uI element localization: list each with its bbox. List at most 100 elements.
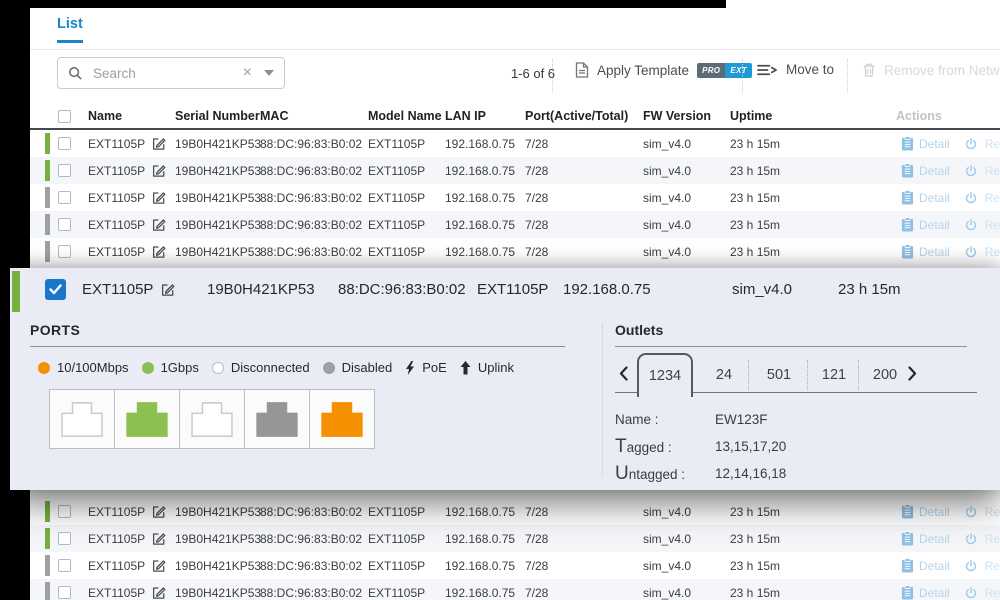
row-actions: Detail Reb xyxy=(896,217,1000,232)
legend-dot-outline-icon xyxy=(212,362,224,374)
port-disabled[interactable] xyxy=(244,389,310,449)
row-checkbox[interactable] xyxy=(58,191,71,204)
outlet-tab-200[interactable]: 200 xyxy=(863,361,907,389)
power-icon[interactable] xyxy=(964,559,978,573)
outlet-tab-501[interactable]: 501 xyxy=(753,361,805,389)
edit-icon[interactable] xyxy=(160,282,175,297)
row-checkbox[interactable] xyxy=(58,586,71,599)
reboot-button[interactable]: Reb xyxy=(985,532,1000,546)
chevron-down-icon[interactable] xyxy=(264,70,274,76)
edit-icon[interactable] xyxy=(151,217,166,232)
reboot-button[interactable]: Reb xyxy=(985,586,1000,600)
power-icon[interactable] xyxy=(964,505,978,519)
detail-button[interactable]: Detail xyxy=(919,164,950,178)
detail-button[interactable]: Detail xyxy=(919,559,950,573)
reboot-button[interactable]: Reb xyxy=(985,218,1000,232)
detail-button[interactable]: Detail xyxy=(919,586,950,600)
tab-list[interactable]: List xyxy=(57,16,83,43)
detail-button[interactable]: Detail xyxy=(919,137,950,151)
power-icon[interactable] xyxy=(964,218,978,232)
row-checkbox[interactable] xyxy=(58,137,71,150)
reboot-button[interactable]: Reb xyxy=(985,245,1000,259)
search-box[interactable]: × xyxy=(57,57,285,89)
power-icon[interactable] xyxy=(964,245,978,259)
power-icon[interactable] xyxy=(964,586,978,600)
edit-icon[interactable] xyxy=(151,136,166,151)
remove-from-network-button[interactable]: Remove from Netw xyxy=(862,62,1000,78)
edit-icon[interactable] xyxy=(151,558,166,573)
col-mac[interactable]: MAC xyxy=(260,109,368,123)
detail-button[interactable]: Detail xyxy=(919,191,950,205)
port-disconnected[interactable] xyxy=(179,389,245,449)
mac-address: 88:DC:96:83:B0:02 xyxy=(260,137,368,151)
row-checkbox[interactable] xyxy=(58,164,71,177)
fw-version: sim_v4.0 xyxy=(643,586,730,600)
selected-checkbox[interactable] xyxy=(45,279,66,300)
table-rows-bottom: EXT1105P19B0H421KP5388:DC:96:83:B0:02EXT… xyxy=(30,498,1000,600)
col-name[interactable]: Name xyxy=(88,109,175,123)
port-gigabit[interactable] xyxy=(114,389,180,449)
select-all-checkbox[interactable] xyxy=(58,110,71,123)
lan-ip: 192.168.0.75 xyxy=(445,218,525,232)
port-disconnected[interactable] xyxy=(49,389,115,449)
col-serial[interactable]: Serial Number xyxy=(175,109,260,123)
outlet-tab-24[interactable]: 24 xyxy=(701,361,747,389)
power-icon[interactable] xyxy=(964,164,978,178)
move-to-button[interactable]: Move to xyxy=(757,62,834,77)
detail-icon[interactable] xyxy=(901,217,914,232)
detail-icon[interactable] xyxy=(901,163,914,178)
edit-icon[interactable] xyxy=(151,190,166,205)
detail-button[interactable]: Detail xyxy=(919,245,950,259)
edit-icon[interactable] xyxy=(151,585,166,600)
row-checkbox[interactable] xyxy=(58,505,71,518)
reboot-button[interactable]: Reb xyxy=(985,137,1000,151)
outlet-tab-1234[interactable]: 1234 xyxy=(637,353,693,397)
reboot-button[interactable]: Reb xyxy=(985,191,1000,205)
detail-icon[interactable] xyxy=(901,558,914,573)
uptime: 23 h 15m xyxy=(730,559,896,573)
model-name: EXT1105P xyxy=(368,559,445,573)
reboot-button[interactable]: Reb xyxy=(985,164,1000,178)
power-icon[interactable] xyxy=(964,532,978,546)
detail-icon[interactable] xyxy=(901,136,914,151)
col-uptime[interactable]: Uptime xyxy=(730,109,896,123)
serial-number: 19B0H421KP53 xyxy=(175,137,260,151)
edit-icon[interactable] xyxy=(151,504,166,519)
legend-label: Uplink xyxy=(478,360,514,375)
reboot-button[interactable]: Reb xyxy=(985,559,1000,573)
detail-button[interactable]: Detail xyxy=(919,532,950,546)
table-row: EXT1105P19B0H421KP5388:DC:96:83:B0:02EXT… xyxy=(30,498,1000,525)
col-model[interactable]: Model Name xyxy=(368,109,445,123)
detail-icon[interactable] xyxy=(901,531,914,546)
edit-icon[interactable] xyxy=(151,163,166,178)
serial-number: 19B0H421KP53 xyxy=(175,505,260,519)
detail-icon[interactable] xyxy=(901,585,914,600)
badge-pro: PRO xyxy=(697,63,725,78)
row-checkbox[interactable] xyxy=(58,245,71,258)
power-icon[interactable] xyxy=(964,137,978,151)
detail-button[interactable]: Detail xyxy=(919,505,950,519)
toolbar-divider xyxy=(847,59,848,93)
port-fast[interactable] xyxy=(309,389,375,449)
row-checkbox[interactable] xyxy=(58,532,71,545)
row-checkbox[interactable] xyxy=(58,218,71,231)
tabs-next-icon[interactable] xyxy=(908,366,917,381)
col-port[interactable]: Port(Active/Total) xyxy=(525,109,643,123)
detail-icon[interactable] xyxy=(901,190,914,205)
tabs-prev-icon[interactable] xyxy=(619,366,628,381)
edit-icon[interactable] xyxy=(151,244,166,259)
reboot-button[interactable]: Reb xyxy=(985,505,1000,519)
power-icon[interactable] xyxy=(964,191,978,205)
col-lan-ip[interactable]: LAN IP xyxy=(445,109,525,123)
detail-icon[interactable] xyxy=(901,244,914,259)
col-fw[interactable]: FW Version xyxy=(643,109,730,123)
detail-icon[interactable] xyxy=(901,504,914,519)
edit-icon[interactable] xyxy=(151,531,166,546)
row-actions: Detail Reb xyxy=(896,163,1000,178)
search-input[interactable] xyxy=(91,65,235,82)
detail-button[interactable]: Detail xyxy=(919,218,950,232)
outlet-tab-121[interactable]: 121 xyxy=(811,361,857,389)
clear-search-icon[interactable]: × xyxy=(243,65,252,81)
row-checkbox[interactable] xyxy=(58,559,71,572)
apply-template-button[interactable]: Apply Template PRO EXT xyxy=(575,62,752,78)
